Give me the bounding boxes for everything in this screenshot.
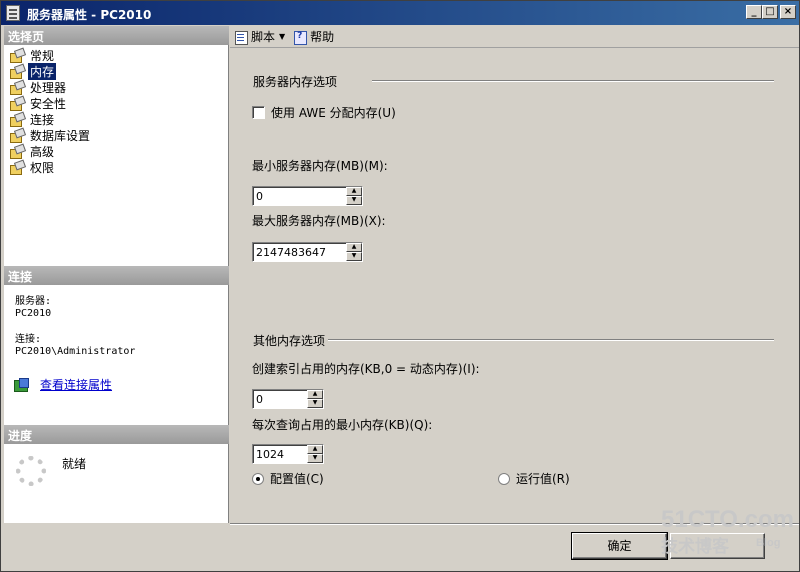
nav-item-label: 数据库设置 [30,128,91,143]
help-label: 帮助 [310,30,335,44]
memory-page: 服务器内存选项 使用 AWE 分配内存(U) 最小服务器内存(MB)(M): ▲… [230,49,799,523]
use-awe-label: 使用 AWE 分配内存(U) [271,106,396,120]
script-icon [234,30,248,45]
progress-status: 就绪 [62,457,87,471]
progress-spinner-icon [16,456,46,486]
connection-header: 连接 [4,266,229,285]
watermark-line1: 51CTO.com [661,506,794,533]
stepper-down-icon[interactable]: ▼ [346,196,362,205]
server-icon [6,5,20,21]
nav-item-security[interactable]: 安全性 [9,95,92,111]
page-icon [9,161,25,175]
nav-item-label: 权限 [30,160,55,175]
min-memory-label: 最小服务器内存(MB)(M): [252,159,388,173]
nav-item-label: 连接 [30,112,55,127]
chevron-down-icon[interactable]: ▼ [279,32,285,41]
stepper-up-icon[interactable]: ▲ [307,390,323,399]
use-awe-option[interactable]: 使用 AWE 分配内存(U) [252,104,396,121]
running-values-label: 运行值(R) [516,472,570,486]
index-memory-input[interactable] [253,390,307,408]
server-memory-group-title: 服务器内存选项 [253,75,338,89]
script-button[interactable]: 脚本 ▼ [234,28,285,45]
configured-values-option[interactable]: 配置值(C) [252,470,324,487]
window-title: 服务器属性 - PC2010 [27,8,152,22]
group-divider [328,339,774,341]
view-connection-properties[interactable]: 查看连接属性 [14,376,112,393]
stepper-down-icon[interactable]: ▼ [307,399,323,408]
nav-item-label: 高级 [30,144,55,159]
minimize-button[interactable]: _ [746,5,762,19]
running-values-option[interactable]: 运行值(R) [498,470,570,487]
page-nav: 常规 内存 处理器 安全性 连接 数据库设置 高级 权限 [9,47,92,175]
use-awe-checkbox[interactable] [252,106,265,119]
max-memory-label: 最大服务器内存(MB)(X): [252,214,386,228]
nav-item-advanced[interactable]: 高级 [9,143,92,159]
configured-values-radio[interactable] [252,472,264,485]
stepper-up-icon[interactable]: ▲ [307,445,323,454]
title-bar[interactable]: 服务器属性 - PC2010 _ □ × [1,1,799,25]
stepper-up-icon[interactable]: ▲ [346,187,362,196]
connection-label: 连接: [15,334,42,345]
page-icon [9,145,25,159]
ok-button[interactable]: 确定 [571,532,668,560]
server-properties-window: 服务器属性 - PC2010 _ □ × 选择页 常规 内存 处理器 安全性 连… [0,0,800,572]
min-memory-stepper[interactable]: ▲▼ [252,186,363,206]
min-memory-input[interactable] [253,187,346,205]
nav-item-general[interactable]: 常规 [9,47,92,63]
nav-item-label: 处理器 [30,80,67,95]
min-query-memory-stepper[interactable]: ▲▼ [252,444,324,464]
maximize-button[interactable]: □ [762,5,778,19]
nav-item-memory[interactable]: 内存 [9,62,92,80]
group-divider [372,80,774,82]
other-memory-group-title: 其他内存选项 [253,334,326,348]
nav-item-connections[interactable]: 连接 [9,111,92,127]
site-watermark: 51CTO.com 技术博客 Blog [661,506,794,557]
index-memory-label: 创建索引占用的内存(KB,0 = 动态内存)(I): [252,362,480,376]
index-memory-stepper[interactable]: ▲▼ [252,389,324,409]
stepper-down-icon[interactable]: ▼ [346,252,362,261]
page-icon [9,97,25,111]
connection-properties-icon [14,377,30,392]
max-memory-stepper[interactable]: ▲▼ [252,242,363,262]
nav-item-label: 常规 [30,48,55,63]
help-button[interactable]: 帮助 [293,28,334,45]
min-query-memory-label: 每次查询占用的最小内存(KB)(Q): [252,418,433,432]
page-icon [9,49,25,63]
running-values-radio[interactable] [498,472,510,485]
connection-value: PC2010\Administrator [15,346,136,357]
connection-info: 服务器: PC2010 连接: PC2010\Administrator [15,296,135,358]
watermark-line3: Blog [756,537,781,549]
page-icon [9,129,25,143]
select-page-header: 选择页 [4,26,229,45]
nav-item-label: 安全性 [30,96,67,111]
server-label: 服务器: [15,296,52,307]
nav-item-permissions[interactable]: 权限 [9,159,92,175]
left-pane: 选择页 常规 内存 处理器 安全性 连接 数据库设置 高级 权限 连接 服务器:… [4,26,229,523]
server-value: PC2010 [15,308,52,319]
nav-item-label: 内存 [28,62,57,80]
close-button[interactable]: × [780,5,796,19]
page-icon [9,113,25,127]
nav-item-processor[interactable]: 处理器 [9,79,92,95]
view-connection-properties-link[interactable]: 查看连接属性 [40,376,112,393]
min-query-memory-input[interactable] [253,445,307,463]
page-icon [9,81,25,95]
stepper-up-icon[interactable]: ▲ [346,243,362,252]
progress-header: 进度 [4,425,229,444]
help-icon [293,30,308,45]
stepper-down-icon[interactable]: ▼ [307,454,323,463]
script-label: 脚本 [251,30,276,44]
max-memory-input[interactable] [253,243,346,261]
configured-values-label: 配置值(C) [270,472,324,486]
nav-item-database-settings[interactable]: 数据库设置 [9,127,92,143]
page-icon [9,65,25,79]
toolbar: 脚本 ▼ 帮助 [230,26,799,48]
